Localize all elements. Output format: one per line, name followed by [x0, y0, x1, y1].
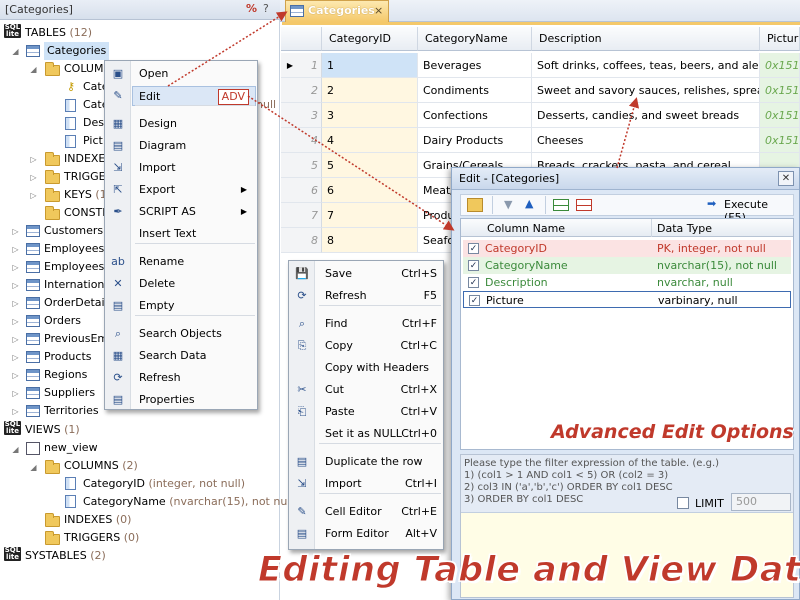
- arrow-to-tab: [167, 11, 288, 87]
- annotation-arrows: [167, 11, 640, 231]
- arrow-to-grid: [616, 97, 640, 169]
- arrow-to-edit-window: [247, 95, 455, 231]
- main-caption: Editing Table and View Data: [258, 550, 800, 591]
